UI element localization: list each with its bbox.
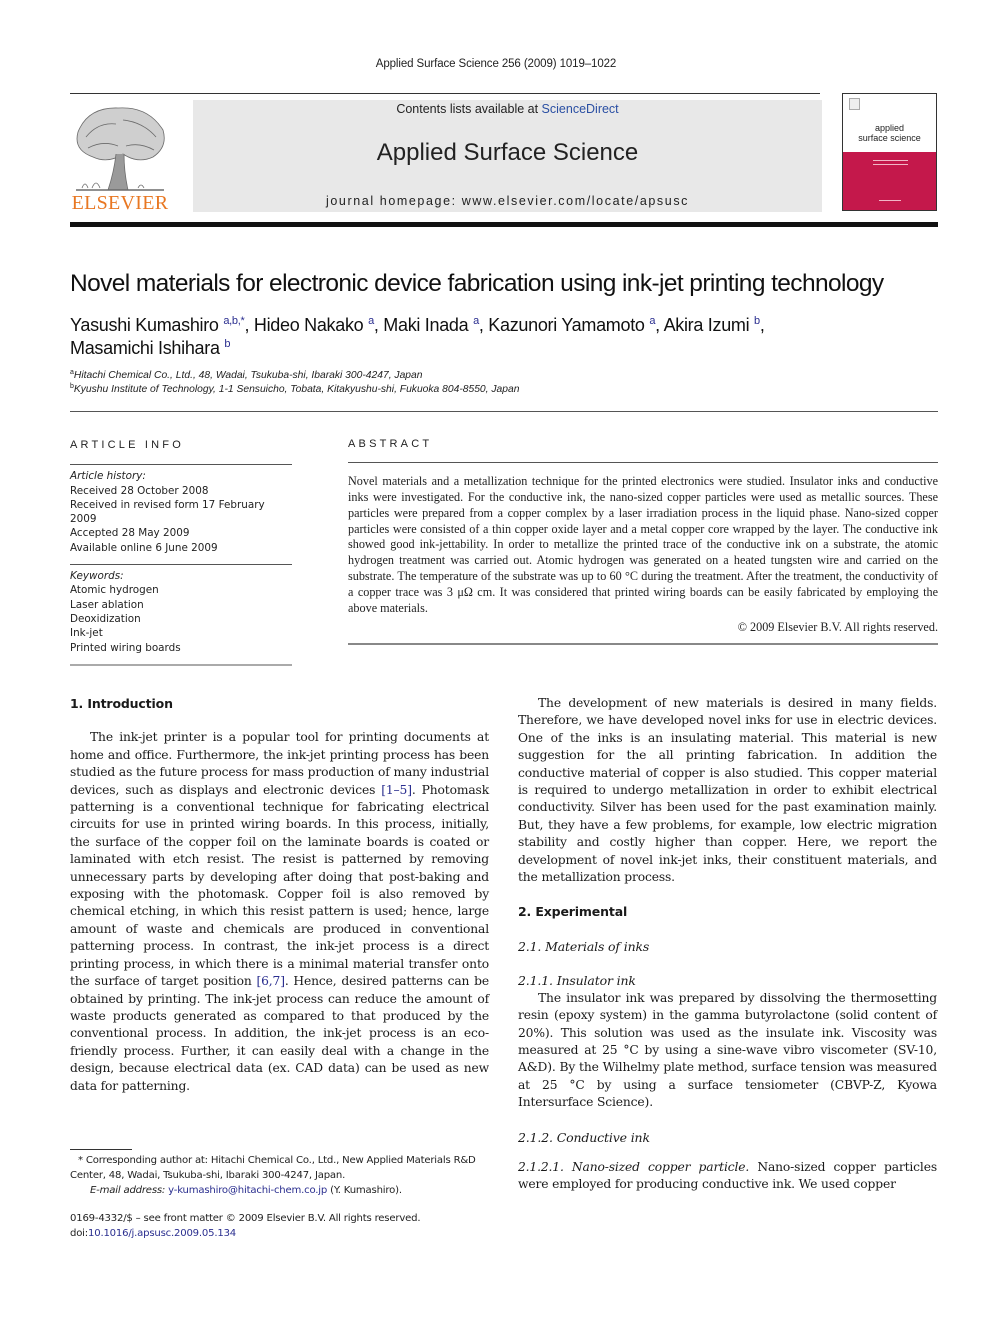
affiliation: aHitachi Chemical Co., Ltd., 48, Wadai, …: [70, 369, 423, 381]
affiliation: bKyushu Institute of Technology, 1-1 Sen…: [70, 383, 520, 395]
abstract-text: Novel materials and a metallization tech…: [348, 474, 938, 615]
nano-paragraph: 2.1.2.1. Nano-sized copper particle. Nan…: [518, 1159, 937, 1192]
keyword: Laser ablation: [70, 598, 144, 611]
abstract: ABSTRACT Novel materials and a metalliza…: [348, 438, 938, 645]
doi-link[interactable]: 10.1016/j.apsusc.2009.05.134: [88, 1228, 236, 1239]
divider: [70, 464, 292, 466]
author-mark[interactable]: b: [754, 315, 760, 327]
contents-availability: Contents lists available at ScienceDirec…: [193, 102, 822, 116]
author[interactable]: Yasushi Kumashiro a,b,*: [70, 315, 245, 335]
cover-subtitle-line: [873, 160, 908, 161]
subsection-heading: 2.1.2. Conductive ink: [518, 1129, 650, 1145]
author-mark[interactable]: a: [649, 315, 655, 327]
abstract-copyright: © 2009 Elsevier B.V. All rights reserved…: [737, 619, 938, 634]
cover-title-line2: surface science: [858, 132, 921, 143]
abstract-label: ABSTRACT: [348, 438, 433, 450]
intro-paragraph-1: The ink-jet printer is a popular tool fo…: [70, 730, 489, 1093]
keyword: Atomic hydrogen: [70, 584, 159, 597]
author[interactable]: Kazunori Yamamoto a: [488, 315, 655, 335]
front-matter-notice: 0169-4332/$ – see front matter © 2009 El…: [70, 1213, 421, 1224]
author-mark[interactable]: a,b,*: [223, 315, 244, 327]
article-info: ARTICLE INFO Article history: Received 2…: [70, 438, 292, 666]
author[interactable]: Masamichi Ishihara b: [70, 338, 230, 358]
corresponding-author-footnote: * Corresponding author at: Hitachi Chemi…: [70, 1155, 476, 1196]
affiliations: aHitachi Chemical Co., Ltd., 48, Wadai, …: [70, 369, 950, 397]
divider: [70, 663, 292, 666]
footnote-rule: [70, 1149, 132, 1150]
author-mark[interactable]: b: [224, 338, 230, 350]
author[interactable]: Akira Izumi b: [664, 315, 761, 335]
history-item: Received in revised form 17 February 200…: [70, 498, 265, 526]
cover-subtitle-line: [873, 164, 908, 165]
header-divider: [70, 93, 820, 94]
body-column-left: 1. Introduction The ink-jet printer is a…: [70, 695, 489, 1095]
history-label: Article history:: [70, 470, 146, 483]
email-link[interactable]: y-kumashiro@hitachi-chem.co.jp: [168, 1185, 327, 1196]
journal-name: Applied Surface Science: [376, 139, 639, 166]
history-item: Accepted 28 May 2009: [70, 527, 190, 540]
intro-paragraph-2: The development of new materials is desi…: [518, 696, 937, 885]
author[interactable]: Maki Inada a: [383, 315, 479, 335]
subsection-heading: 2.1. Materials of inks: [518, 938, 650, 954]
author[interactable]: Hideo Nakako a: [254, 315, 374, 335]
cover-title: applied surface science: [843, 123, 936, 143]
author-mark[interactable]: a: [368, 315, 374, 327]
cover-footer-line: [879, 200, 901, 201]
history-item: Received 28 October 2008: [70, 484, 209, 497]
section-divider: [70, 411, 938, 412]
front-matter: 0169-4332/$ – see front matter © 2009 El…: [70, 1211, 489, 1241]
citation-link[interactable]: [6,7]: [256, 974, 285, 988]
elsevier-wordmark: ELSEVIER: [71, 192, 169, 214]
divider: [348, 642, 938, 645]
masthead-thick-rule: [70, 222, 938, 227]
section-heading-experimental: 2. Experimental: [518, 904, 628, 920]
journal-homepage[interactable]: journal homepage: www.elsevier.com/locat…: [193, 194, 822, 208]
running-head-citation: Applied Surface Science 256 (2009) 1019–…: [375, 58, 617, 70]
keyword: Ink-jet: [70, 627, 103, 640]
body-column-right: The development of new materials is desi…: [518, 695, 937, 1194]
author-list: Yasushi Kumashiro a,b,*, Hideo Nakako a,…: [70, 315, 765, 358]
divider: [348, 462, 938, 463]
history-item: Available online 6 June 2009: [70, 541, 218, 554]
keywords-label: Keywords:: [70, 570, 124, 583]
journal-cover-thumbnail: applied surface science: [842, 93, 937, 211]
keyword: Printed wiring boards: [70, 641, 181, 654]
sciencedirect-link[interactable]: ScienceDirect: [542, 102, 619, 116]
insulator-paragraph: The insulator ink was prepared by dissol…: [518, 990, 937, 1110]
divider: [70, 564, 292, 566]
section-heading-introduction: 1. Introduction: [70, 696, 173, 711]
contents-prefix: Contents lists available at: [396, 102, 542, 116]
citation-link[interactable]: [1–5]: [381, 783, 412, 797]
cover-publisher-icon: [849, 98, 860, 110]
keyword: Deoxidization: [70, 612, 141, 625]
article-title: Novel materials for electronic device fa…: [70, 270, 884, 297]
author-mark[interactable]: a: [473, 315, 479, 327]
article-info-label: ARTICLE INFO: [70, 439, 184, 451]
subsection-heading: 2.1.1. Insulator ink: [518, 973, 636, 989]
